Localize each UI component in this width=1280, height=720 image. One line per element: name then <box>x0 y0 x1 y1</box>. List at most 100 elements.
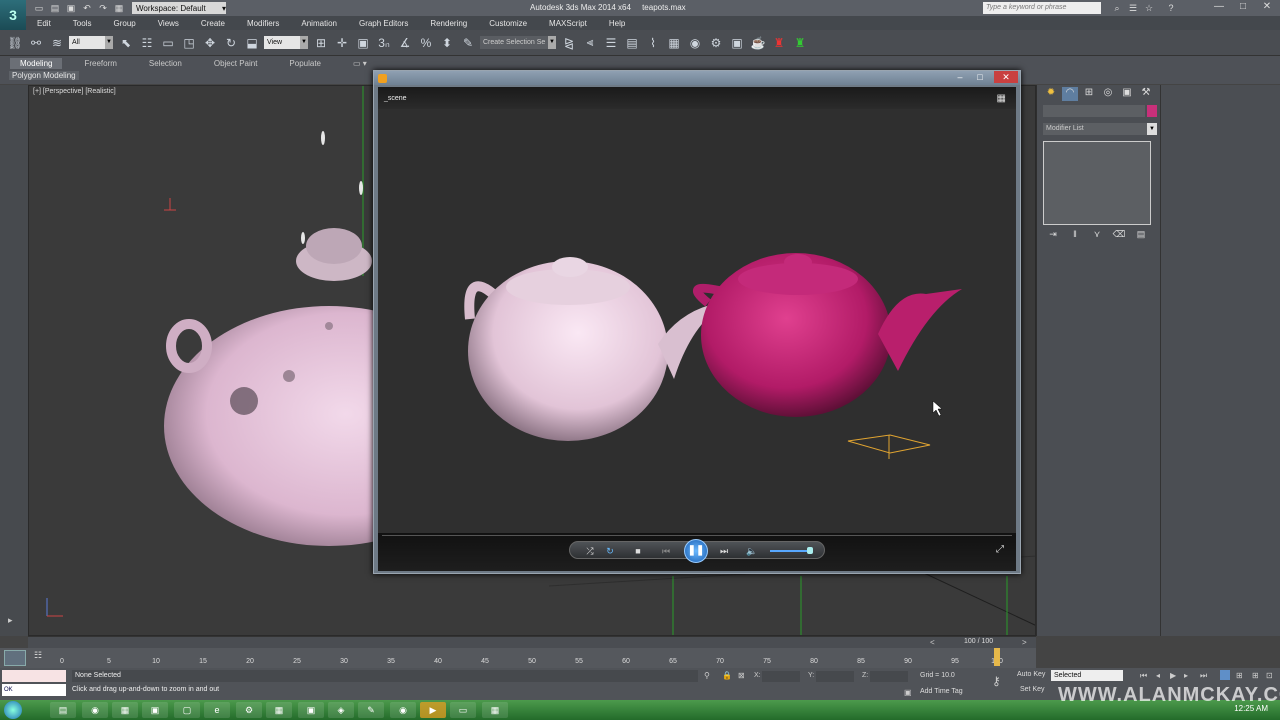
pivot-center-icon[interactable]: ⊞ <box>312 34 330 52</box>
graphite-toggle-icon[interactable]: ▤ <box>623 34 641 52</box>
playhead[interactable] <box>994 648 1000 666</box>
maxscript-listener-output[interactable]: OK <box>2 684 66 696</box>
auto-key-button[interactable]: Auto Key <box>1017 671 1045 678</box>
favorites-icon[interactable]: ☆ <box>1144 3 1154 13</box>
create-tab-icon[interactable]: ✹ <box>1043 87 1059 101</box>
y-coord-field[interactable] <box>816 671 854 682</box>
menu-help[interactable]: Help <box>598 19 636 28</box>
tab-populate[interactable]: Populate <box>279 58 331 69</box>
taskbar-app-icon[interactable]: ▣ <box>142 702 168 718</box>
select-by-name-icon[interactable]: ☷ <box>138 34 156 52</box>
set-key-button[interactable]: Set Key <box>1020 686 1045 693</box>
stop-icon[interactable]: ■ <box>630 543 646 559</box>
menu-group[interactable]: Group <box>102 19 146 28</box>
expand-arrow-icon[interactable]: ▸ <box>8 615 13 626</box>
media-close-button[interactable]: ✕ <box>994 71 1018 83</box>
media-maximize-button[interactable]: □ <box>970 71 990 83</box>
taskbar-app-icon[interactable]: ▭ <box>450 702 476 718</box>
menu-graph-editors[interactable]: Graph Editors <box>348 19 419 28</box>
taskbar-ie-icon[interactable]: e <box>204 702 230 718</box>
project-folder-icon[interactable]: ▦ <box>114 3 124 13</box>
taskbar-app-icon[interactable]: ✎ <box>358 702 384 718</box>
named-selection-dropdown[interactable]: Create Selection Se ▼ <box>480 36 556 49</box>
previous-icon[interactable]: ⏮ <box>658 543 674 559</box>
start-button[interactable] <box>4 701 22 719</box>
unlink-icon[interactable]: ⚯ <box>27 34 45 52</box>
pause-button[interactable]: ❚❚ <box>684 539 708 563</box>
scale-icon[interactable]: ⬓ <box>243 34 261 52</box>
media-player-titlebar[interactable]: – □ ✕ <box>374 71 1020 85</box>
menu-rendering[interactable]: Rendering <box>419 19 478 28</box>
save-icon[interactable]: ▣ <box>66 3 76 13</box>
tab-modeling[interactable]: Modeling <box>10 58 63 69</box>
window-crossing-icon[interactable]: ◳ <box>180 34 198 52</box>
reference-coord-dropdown[interactable]: View ▼ <box>264 36 308 49</box>
object-name-field[interactable] <box>1043 105 1145 117</box>
time-prev-arrow-icon[interactable]: < <box>930 638 935 647</box>
select-manipulate-icon[interactable]: ✛ <box>333 34 351 52</box>
edit-named-selection-icon[interactable]: ✎ <box>459 34 477 52</box>
next-icon[interactable]: ⏭ <box>716 543 732 559</box>
minimize-button[interactable]: — <box>1208 0 1230 14</box>
time-next-arrow-icon[interactable]: > <box>1022 638 1027 647</box>
utilities-tab-icon[interactable]: ⚒ <box>1138 87 1154 101</box>
app-logo[interactable]: 3 <box>0 0 26 30</box>
viewport-label[interactable]: [+] [Perspective] [Realistic] <box>33 88 116 95</box>
taskbar-app-icon[interactable]: ◉ <box>390 702 416 718</box>
tab-freeform[interactable]: Freeform <box>74 58 126 69</box>
show-end-result-icon[interactable]: ‖ <box>1067 229 1083 243</box>
taskbar-app-icon[interactable]: ▦ <box>266 702 292 718</box>
new-file-icon[interactable]: ▭ <box>34 3 44 13</box>
taskbar-app-icon[interactable]: ⚙ <box>236 702 262 718</box>
repeat-icon[interactable]: ↻ <box>602 543 618 559</box>
align-icon[interactable]: ⫷ <box>581 34 599 52</box>
rendered-frame-icon[interactable]: ▣ <box>728 34 746 52</box>
x-coord-field[interactable] <box>762 671 800 682</box>
isolate-icon[interactable]: ⚲ <box>704 671 710 680</box>
switch-layout-icon[interactable]: ▦ <box>997 93 1006 104</box>
menu-create[interactable]: Create <box>190 19 236 28</box>
modify-tab-icon[interactable]: ◠ <box>1062 87 1078 101</box>
maxscript-listener-input[interactable] <box>2 670 66 682</box>
media-minimize-button[interactable]: – <box>950 71 970 83</box>
hierarchy-tab-icon[interactable]: ⊞ <box>1081 87 1097 101</box>
polygon-modeling-panel[interactable]: Polygon Modeling <box>9 71 79 80</box>
key-icon[interactable]: ⚷ <box>992 674 1001 688</box>
go-to-end-icon[interactable]: ⏭ <box>1200 671 1207 681</box>
trackbar-config-icon[interactable]: ☷ <box>34 650 48 664</box>
link-icon[interactable]: ⛓ <box>6 34 24 52</box>
shuffle-icon[interactable]: ⤮ <box>582 543 598 559</box>
search-input[interactable]: Type a keyword or phrase <box>983 2 1101 14</box>
infocenter-icon[interactable]: ☰ <box>1128 3 1138 13</box>
menu-edit[interactable]: Edit <box>26 19 62 28</box>
bind-spacewarp-icon[interactable]: ≋ <box>48 34 66 52</box>
display-tab-icon[interactable]: ▣ <box>1119 87 1135 101</box>
render-production-icon[interactable]: ☕ <box>749 34 767 52</box>
pin-stack-icon[interactable]: ⇥ <box>1045 229 1061 243</box>
volume-slider[interactable] <box>770 550 810 552</box>
go-to-start-icon[interactable]: ⏮ <box>1140 671 1147 681</box>
time-tag-icon[interactable]: ▣ <box>904 688 912 697</box>
add-time-tag[interactable]: Add Time Tag <box>920 688 963 695</box>
zoom-all-icon[interactable]: ⊞ <box>1236 671 1243 680</box>
percent-snap-icon[interactable]: % <box>417 34 435 52</box>
media-player-window[interactable]: – □ ✕ _scene ▦ ⤮ ↻ ■ ⏮ ❚❚ ⏭ 🔈 ⤢ <box>373 70 1021 574</box>
redo-icon[interactable]: ↷ <box>98 3 108 13</box>
taskbar-app-icon[interactable]: ▣ <box>298 702 324 718</box>
render-iterative-icon[interactable]: ♜ <box>770 34 788 52</box>
modifier-list-dropdown[interactable]: Modifier List ▼ <box>1043 123 1157 135</box>
make-unique-icon[interactable]: ⋎ <box>1089 229 1105 243</box>
motion-tab-icon[interactable]: ◎ <box>1100 87 1116 101</box>
menu-customize[interactable]: Customize <box>478 19 538 28</box>
snaps-toggle-icon[interactable]: 3ₙ <box>375 34 393 52</box>
menu-modifiers[interactable]: Modifiers <box>236 19 290 28</box>
curve-editor-icon[interactable]: ⌇ <box>644 34 662 52</box>
fullscreen-icon[interactable]: ⤢ <box>996 544 1004 555</box>
next-frame-icon[interactable]: ▸ <box>1184 671 1188 680</box>
open-file-icon[interactable]: ▤ <box>50 3 60 13</box>
menu-animation[interactable]: Animation <box>290 19 348 28</box>
volume-icon[interactable]: 🔈 <box>744 543 760 559</box>
key-filter-dropdown[interactable]: Selected <box>1051 670 1123 681</box>
render-setup-icon[interactable]: ⚙ <box>707 34 725 52</box>
help-icon[interactable]: ? <box>1166 3 1176 13</box>
